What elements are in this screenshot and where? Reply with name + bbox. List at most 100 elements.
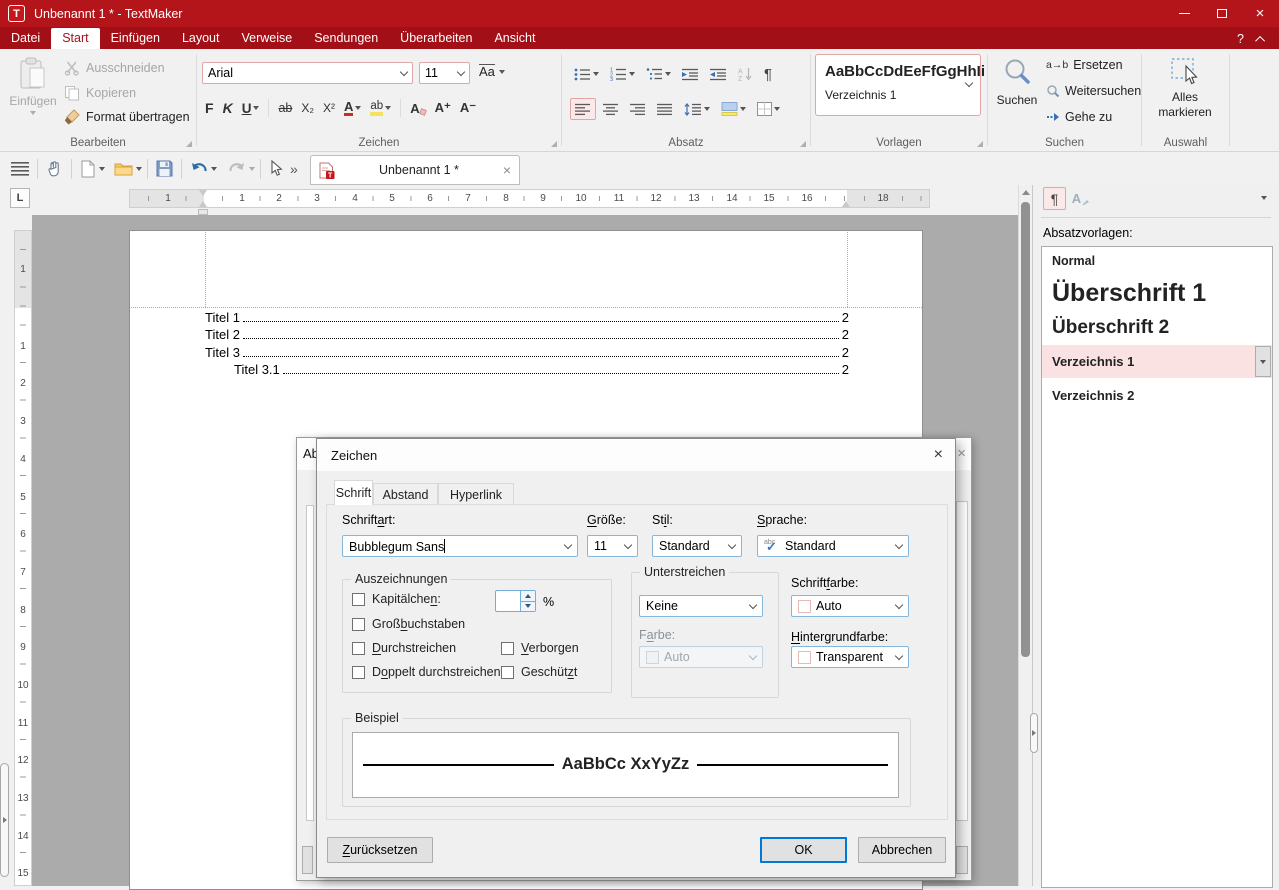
sidebar-menu-button[interactable]: [8, 162, 32, 176]
group-expander-icon[interactable]: [800, 141, 806, 147]
copy-button[interactable]: Kopieren: [64, 85, 136, 101]
schriftfarbe-combo[interactable]: Auto: [791, 595, 909, 617]
undo-dropdown-icon[interactable]: [211, 167, 217, 171]
format-painter-button[interactable]: Format übertragen: [64, 109, 190, 125]
doppelt-durchstreichen-checkbox[interactable]: Doppelt durchstreichen: [352, 665, 501, 679]
redo-dropdown-icon[interactable]: [249, 167, 255, 171]
align-right-button[interactable]: [626, 98, 650, 120]
change-case-button[interactable]: Aa: [479, 64, 505, 79]
horizontal-ruler[interactable]: 1 1 2 3 4 5 6 7 8 9 10 11 12 13 14 15 16…: [129, 189, 930, 208]
italic-button[interactable]: K: [219, 97, 237, 119]
kapitaelchen-percent-spinner[interactable]: [495, 590, 536, 612]
menu-tab-sendungen[interactable]: Sendungen: [303, 28, 389, 49]
dialog-title-bar[interactable]: Zeichen ×: [317, 439, 955, 471]
strikethrough-button[interactable]: ab: [274, 97, 296, 119]
undo-button[interactable]: [187, 161, 211, 176]
dialog-zeichen[interactable]: Zeichen × Schrift Abstand Hyperlink Schr…: [316, 438, 956, 878]
tab-abstand[interactable]: Abstand: [373, 483, 438, 505]
unterstreichen-combo[interactable]: Keine: [639, 595, 763, 617]
align-left-button[interactable]: [570, 98, 596, 120]
open-button[interactable]: [111, 161, 136, 176]
first-line-indent-marker[interactable]: [199, 190, 207, 196]
groesse-combo[interactable]: 11: [587, 535, 638, 557]
sort-button[interactable]: AZ: [734, 63, 757, 85]
object-mode-button[interactable]: [266, 160, 286, 177]
minimize-button[interactable]: [1165, 0, 1203, 27]
subscript-button[interactable]: X₂: [297, 97, 318, 119]
kapitaelchen-checkbox[interactable]: Kapitälchen:: [352, 592, 441, 606]
search-button[interactable]: Suchen: [992, 57, 1042, 107]
save-button[interactable]: [153, 160, 176, 177]
goto-button[interactable]: Gehe zu: [1046, 110, 1112, 124]
menu-tab-layout[interactable]: Layout: [171, 28, 231, 49]
justify-button[interactable]: [653, 98, 677, 120]
tab-hyperlink[interactable]: Hyperlink: [438, 483, 514, 505]
menu-tab-ueberarbeiten[interactable]: Überarbeiten: [389, 28, 483, 49]
new-document-dropdown-icon[interactable]: [99, 167, 105, 171]
open-dropdown-icon[interactable]: [136, 167, 142, 171]
new-document-button[interactable]: [77, 160, 99, 178]
decrease-indent-button[interactable]: [706, 63, 731, 85]
cut-button[interactable]: Ausschneiden: [64, 60, 165, 76]
underline-button[interactable]: U: [238, 97, 264, 119]
hintergrundfarbe-combo[interactable]: Transparent: [791, 646, 909, 668]
tab-stop-selector[interactable]: L: [10, 188, 30, 208]
table-of-contents[interactable]: Titel 1 2 Titel 2 2 Titel 3 2 Titel 3.1 …: [205, 307, 849, 377]
behind-dialog-close-icon[interactable]: ×: [957, 445, 966, 462]
toc-row[interactable]: Titel 2 2: [205, 325, 849, 343]
bullet-list-button[interactable]: [570, 63, 603, 85]
sidebar-panel-toggle[interactable]: [1030, 713, 1038, 753]
pilcrow-button[interactable]: ¶: [760, 63, 776, 85]
style-item-normal[interactable]: Normal: [1042, 247, 1272, 274]
menu-tab-start[interactable]: Start: [51, 28, 99, 49]
spinner-buttons[interactable]: [520, 591, 535, 611]
maximize-button[interactable]: [1203, 0, 1241, 27]
select-all-button[interactable]: Alles markieren: [1150, 57, 1220, 120]
character-styles-tab[interactable]: A: [1069, 187, 1092, 210]
shading-button[interactable]: [717, 98, 750, 120]
clear-formatting-button[interactable]: A: [406, 97, 429, 119]
group-expander-icon[interactable]: [186, 141, 192, 147]
close-button[interactable]: ×: [1241, 0, 1279, 27]
schriftart-combo[interactable]: Bubblegum Sans: [342, 535, 578, 557]
scroll-up-icon[interactable]: [1022, 190, 1030, 195]
line-spacing-button[interactable]: [680, 98, 714, 120]
toc-row[interactable]: Titel 1 2: [205, 307, 849, 325]
menu-tab-ansicht[interactable]: Ansicht: [483, 28, 546, 49]
help-button[interactable]: ?: [1237, 32, 1244, 46]
outline-list-button[interactable]: [642, 63, 675, 85]
paragraph-styles-tab[interactable]: ¶: [1043, 187, 1066, 210]
font-color-button[interactable]: A: [340, 97, 365, 119]
toolbar-more-button[interactable]: »: [290, 161, 298, 177]
numbered-list-button[interactable]: 123: [606, 63, 639, 85]
align-center-button[interactable]: [599, 98, 623, 120]
highlight-button[interactable]: ab: [366, 97, 395, 119]
replace-button[interactable]: a→b Ersetzen: [1046, 58, 1123, 72]
left-indent-marker[interactable]: [199, 201, 207, 207]
style-gallery[interactable]: AaBbCcDdEeFfGgHhIi Verzeichnis 1: [815, 54, 981, 116]
durchstreichen-checkbox[interactable]: Durchstreichen: [352, 641, 456, 655]
font-size-combo[interactable]: 11: [419, 62, 470, 84]
find-next-button[interactable]: Weitersuchen: [1046, 84, 1141, 98]
font-name-combo[interactable]: Arial: [202, 62, 413, 84]
borders-button[interactable]: [753, 98, 784, 120]
grow-font-button[interactable]: A⁺: [431, 97, 455, 119]
style-item-dropdown-button[interactable]: [1255, 346, 1271, 377]
spin-up-icon[interactable]: [521, 591, 535, 601]
menu-tab-einfuegen[interactable]: Einfügen: [100, 28, 171, 49]
redo-button[interactable]: [225, 161, 249, 176]
tab-schrift[interactable]: Schrift: [334, 480, 373, 505]
spin-down-icon[interactable]: [521, 601, 535, 612]
group-expander-icon[interactable]: [551, 141, 557, 147]
right-indent-marker[interactable]: [842, 201, 850, 207]
ok-button[interactable]: OK: [760, 837, 847, 863]
menu-tab-verweise[interactable]: Verweise: [230, 28, 303, 49]
style-item-ueberschrift-1[interactable]: Überschrift 1: [1042, 274, 1272, 314]
paste-button[interactable]: Einfügen: [6, 57, 60, 115]
document-tab[interactable]: T Unbenannt 1 * ×: [310, 155, 520, 185]
menu-tab-datei[interactable]: Datei: [0, 28, 51, 49]
dialog-close-icon[interactable]: ×: [934, 446, 943, 464]
vertical-scrollbar[interactable]: [1018, 185, 1032, 886]
document-tab-close-icon[interactable]: ×: [503, 162, 511, 178]
reset-button[interactable]: Zurücksetzen: [327, 837, 433, 863]
